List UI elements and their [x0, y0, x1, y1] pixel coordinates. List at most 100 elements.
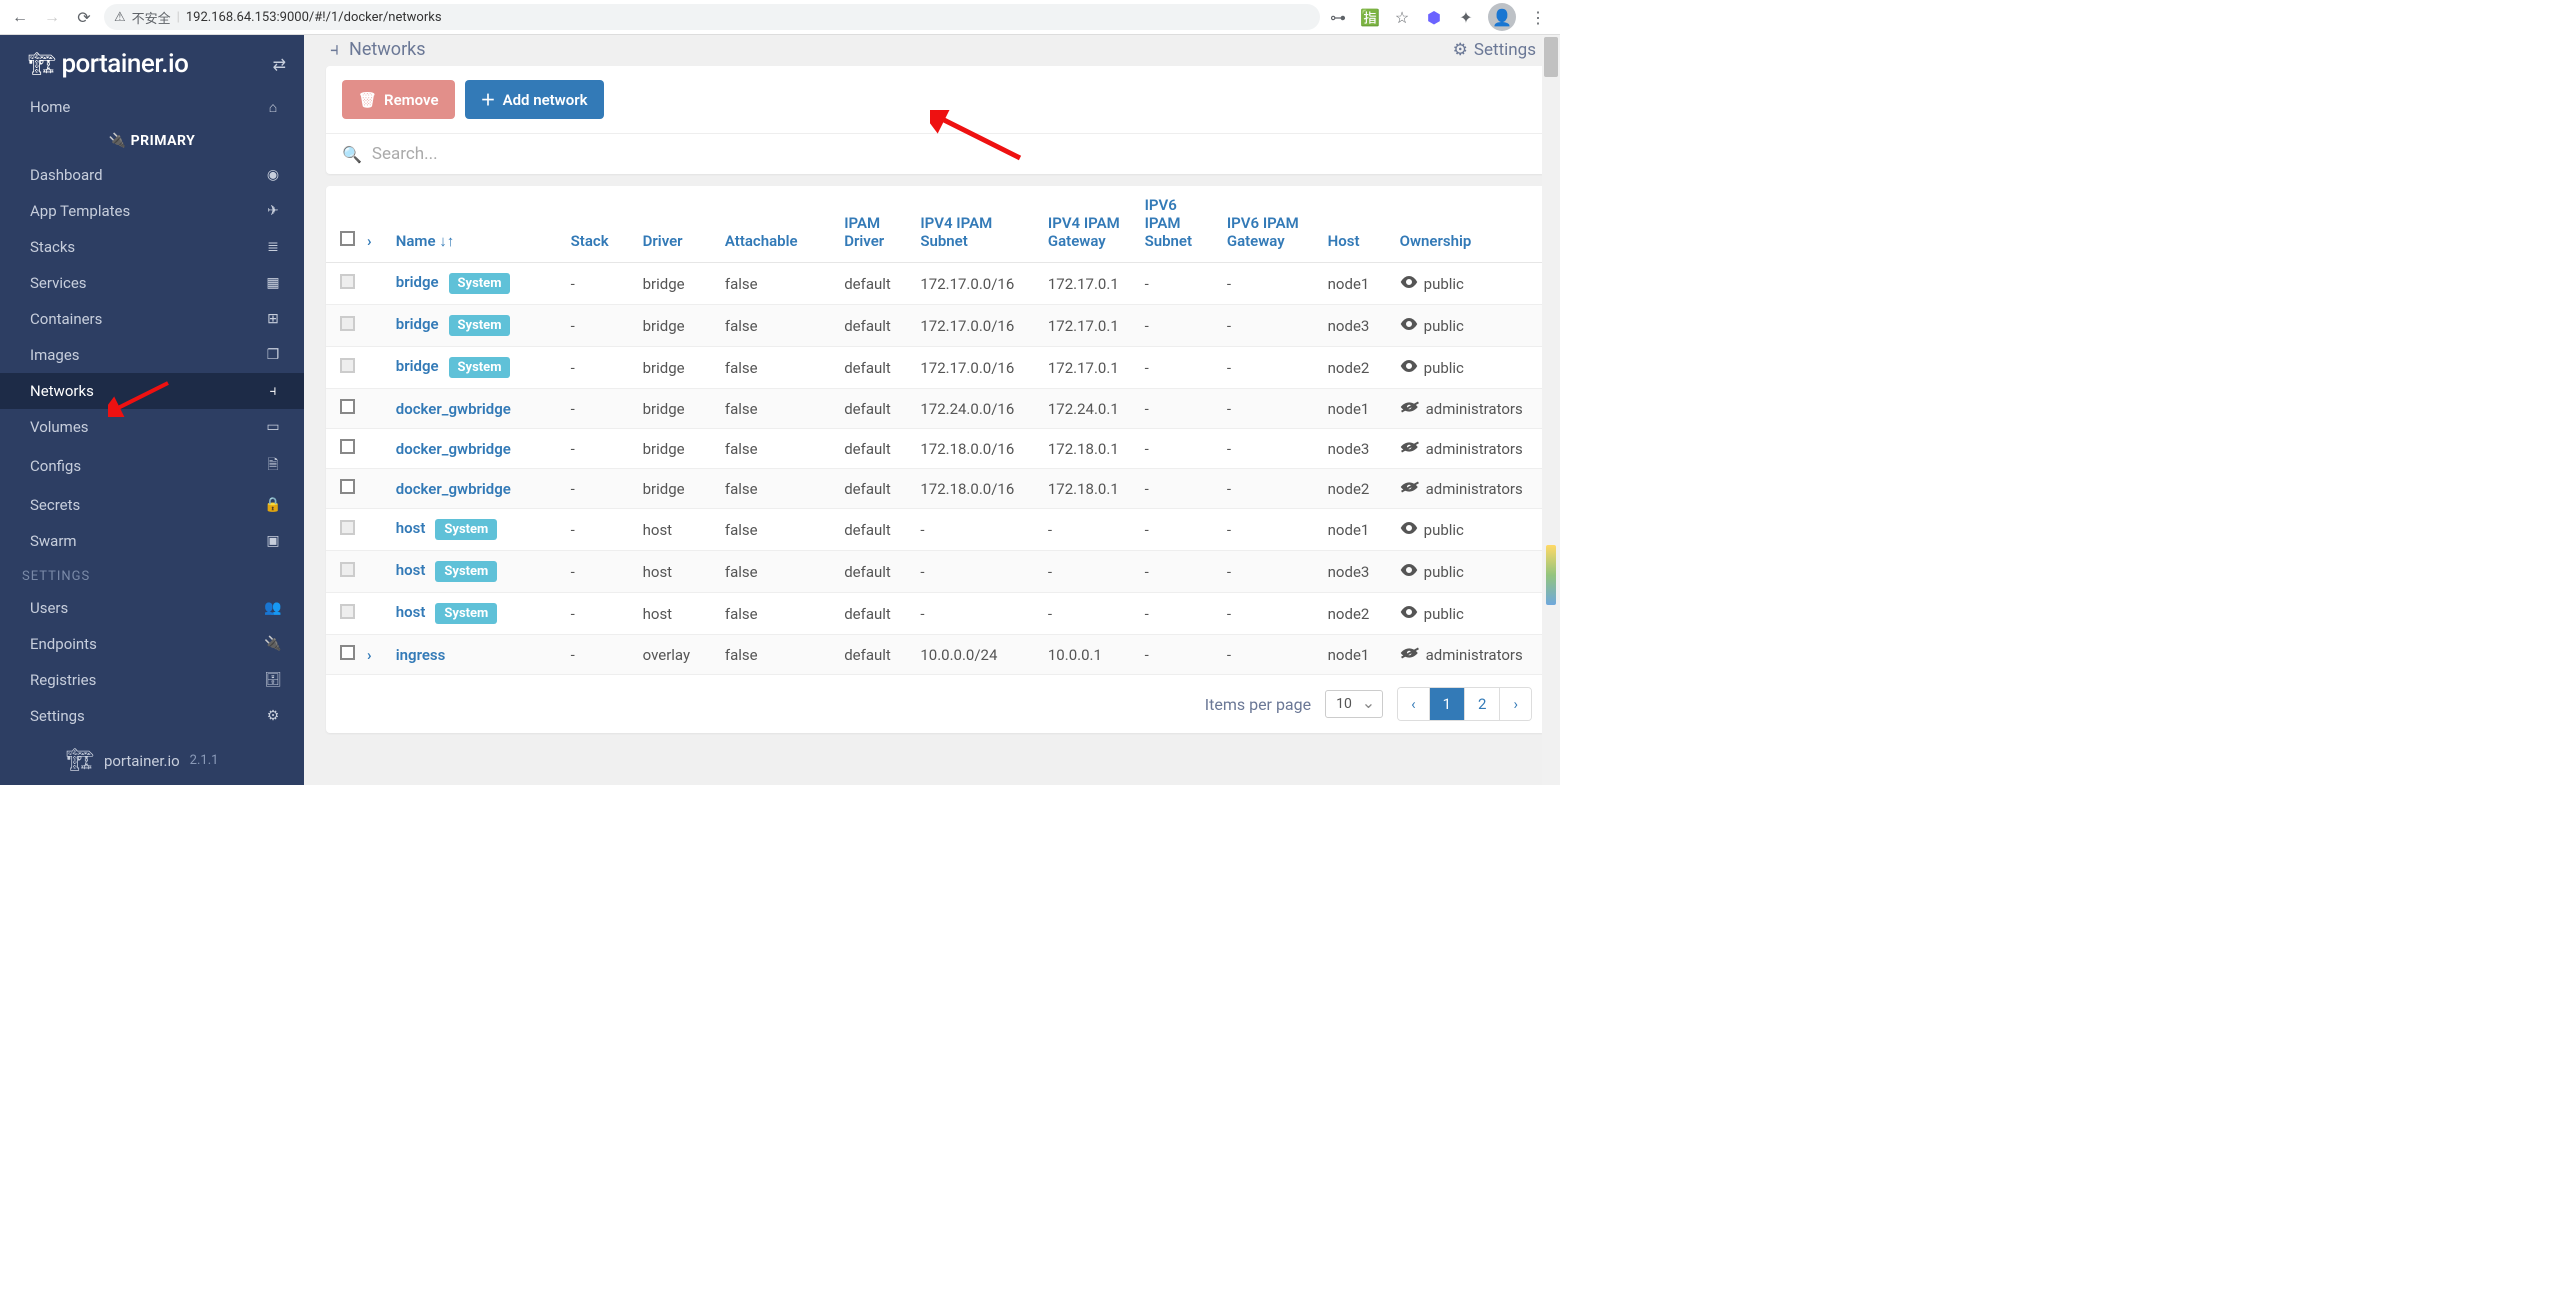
- col-ipv4-subnet[interactable]: IPV4 IPAM Subnet: [914, 186, 1042, 263]
- row-checkbox[interactable]: [340, 604, 355, 619]
- sidebar-item-label: Services: [30, 274, 87, 292]
- col-ipv6-subnet[interactable]: IPV6 IPAM Subnet: [1139, 186, 1221, 263]
- row-checkbox[interactable]: [340, 479, 355, 494]
- sidebar-item-users[interactable]: Users👥: [0, 590, 304, 626]
- pager-page-2[interactable]: 2: [1465, 688, 1500, 720]
- network-name-link[interactable]: host: [396, 519, 426, 537]
- star-icon[interactable]: ☆: [1392, 7, 1412, 27]
- cell-stack: -: [565, 263, 637, 305]
- network-name-link[interactable]: bridge: [396, 357, 439, 375]
- header-settings[interactable]: ⚙ Settings: [1453, 40, 1536, 60]
- select-all-checkbox[interactable]: [340, 231, 355, 246]
- col-ipam-driver[interactable]: IPAM Driver: [838, 186, 914, 263]
- sidebar-item-icon: ⌂: [264, 99, 282, 116]
- system-badge: System: [435, 603, 497, 624]
- col-ipv6-gateway[interactable]: IPV6 IPAM Gateway: [1221, 186, 1322, 263]
- expand-all-toggle[interactable]: ›: [367, 232, 372, 250]
- row-checkbox[interactable]: [340, 439, 355, 454]
- row-checkbox[interactable]: [340, 520, 355, 535]
- sidebar-item-icon: 👥: [264, 600, 282, 616]
- pager-next[interactable]: ›: [1500, 688, 1531, 720]
- sidebar-item-icon: 🗎: [264, 454, 282, 478]
- expand-toggle[interactable]: ›: [367, 646, 372, 664]
- sidebar-item-dashboard[interactable]: Dashboard◉: [0, 157, 304, 193]
- row-checkbox[interactable]: [340, 645, 355, 660]
- cell-ipv6-subnet: -: [1139, 551, 1221, 593]
- eye-slash-icon: [1400, 646, 1420, 660]
- row-checkbox[interactable]: [340, 358, 355, 373]
- cell-host: node1: [1322, 389, 1394, 429]
- reload-button[interactable]: ⟳: [72, 5, 96, 29]
- cell-host: node3: [1322, 305, 1394, 347]
- network-name-link[interactable]: host: [396, 603, 426, 621]
- cell-attachable: false: [719, 305, 838, 347]
- trash-icon: 🗑: [358, 91, 377, 109]
- profile-avatar[interactable]: 👤: [1488, 3, 1516, 31]
- sidebar-item-containers[interactable]: Containers⊞: [0, 301, 304, 337]
- sidebar-item-networks[interactable]: Networks⫞: [0, 373, 304, 409]
- network-name-link[interactable]: docker_gwbridge: [396, 400, 511, 418]
- cell-ipv4-subnet: 172.17.0.0/16: [914, 305, 1042, 347]
- sidebar-item-icon: ⫞: [264, 383, 282, 399]
- logo[interactable]: 🏗 portainer.io: [28, 49, 188, 79]
- extension-cube-icon[interactable]: ⬢: [1424, 7, 1444, 27]
- sidebar-item-endpoints[interactable]: Endpoints🔌: [0, 626, 304, 662]
- cell-attachable: false: [719, 469, 838, 509]
- sidebar-item-icon: 🔒: [264, 497, 282, 513]
- network-name-link[interactable]: docker_gwbridge: [396, 480, 511, 498]
- sidebar-item-services[interactable]: Services▦: [0, 265, 304, 301]
- sidebar-item-home[interactable]: Home⌂: [0, 89, 304, 125]
- sidebar-item-app-templates[interactable]: App Templates✈: [0, 193, 304, 229]
- col-driver[interactable]: Driver: [637, 186, 719, 263]
- eye-icon: [1400, 521, 1418, 535]
- row-checkbox[interactable]: [340, 562, 355, 577]
- col-host[interactable]: Host: [1322, 186, 1394, 263]
- address-bar[interactable]: ⚠ 不安全 | 192.168.64.153:9000/#!/1/docker/…: [104, 4, 1320, 30]
- network-name-link[interactable]: host: [396, 561, 426, 579]
- sidebar-item-icon: 🗄: [264, 672, 282, 688]
- eye-slash-icon: [1400, 440, 1420, 454]
- col-ownership[interactable]: Ownership: [1394, 186, 1546, 263]
- sidebar-item-swarm[interactable]: Swarm▣: [0, 523, 304, 559]
- row-checkbox[interactable]: [340, 316, 355, 331]
- sidebar-item-volumes[interactable]: Volumes▭: [0, 409, 304, 445]
- sidebar-item-registries[interactable]: Registries🗄: [0, 662, 304, 698]
- col-stack[interactable]: Stack: [565, 186, 637, 263]
- network-name-link[interactable]: docker_gwbridge: [396, 440, 511, 458]
- network-name-link[interactable]: ingress: [396, 646, 446, 664]
- translate-icon[interactable]: 🈯: [1360, 7, 1380, 27]
- row-checkbox[interactable]: [340, 399, 355, 414]
- collapse-icon[interactable]: ⇄: [273, 55, 286, 74]
- row-checkbox[interactable]: [340, 274, 355, 289]
- add-label: Add network: [503, 91, 588, 109]
- cell-attachable: false: [719, 263, 838, 305]
- cell-ipv6-gateway: -: [1221, 593, 1322, 635]
- sidebar-item-images[interactable]: Images❐: [0, 337, 304, 373]
- scrollbar[interactable]: [1542, 35, 1560, 785]
- network-name-link[interactable]: bridge: [396, 273, 439, 291]
- sidebar-item-stacks[interactable]: Stacks≣: [0, 229, 304, 265]
- col-attachable[interactable]: Attachable: [719, 186, 838, 263]
- col-ipv4-gateway[interactable]: IPV4 IPAM Gateway: [1042, 186, 1139, 263]
- sidebar-primary-label: 🔌 PRIMARY: [0, 125, 304, 157]
- add-network-button[interactable]: ＋ Add network: [465, 80, 604, 119]
- key-icon[interactable]: ⊶: [1328, 7, 1348, 27]
- scrollbar-thumb[interactable]: [1544, 37, 1558, 77]
- sidebar-item-settings[interactable]: Settings⚙: [0, 698, 304, 734]
- address-divider: |: [177, 10, 180, 25]
- col-name[interactable]: Name ↓↑: [390, 186, 565, 263]
- pager-prev[interactable]: ‹: [1398, 688, 1430, 720]
- sidebar-item-secrets[interactable]: Secrets🔒: [0, 487, 304, 523]
- network-name-link[interactable]: bridge: [396, 315, 439, 333]
- sidebar-item-configs[interactable]: Configs🗎: [0, 445, 304, 487]
- search-input[interactable]: [372, 144, 1530, 164]
- cell-ownership: public: [1400, 520, 1540, 539]
- forward-button[interactable]: →: [40, 5, 64, 29]
- extensions-icon[interactable]: ✦: [1456, 7, 1476, 27]
- pager-page-1[interactable]: 1: [1430, 688, 1465, 720]
- table-row: hostSystem-hostfalsedefault----node1publ…: [326, 509, 1546, 551]
- remove-button[interactable]: 🗑 Remove: [342, 80, 455, 119]
- back-button[interactable]: ←: [8, 5, 32, 29]
- menu-icon[interactable]: ⋮: [1528, 7, 1548, 27]
- items-per-page-select[interactable]: 10: [1325, 690, 1383, 718]
